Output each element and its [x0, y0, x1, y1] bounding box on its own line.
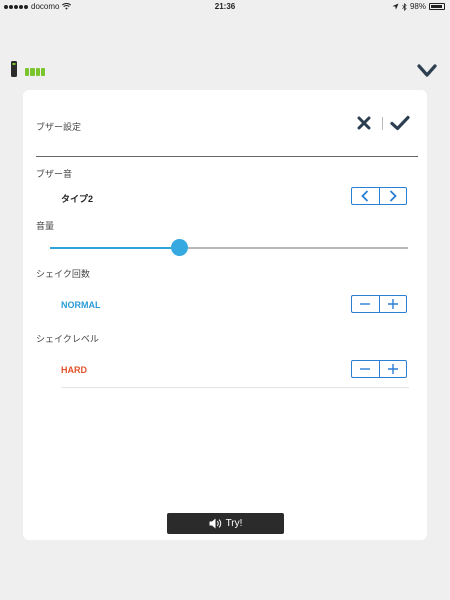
- shake-level-plus-button[interactable]: [380, 361, 407, 377]
- header-divider: [36, 156, 418, 157]
- chevron-left-icon: [361, 190, 369, 202]
- buzzer-sound-label: ブザー音: [36, 169, 73, 179]
- chevron-right-icon: [389, 190, 397, 202]
- try-button[interactable]: Try!: [167, 513, 284, 534]
- volume-slider-thumb[interactable]: [170, 239, 188, 256]
- shake-level-minus-button[interactable]: [352, 361, 380, 377]
- buzzer-type-stepper: [351, 187, 407, 205]
- shake-level-stepper: [351, 360, 407, 378]
- prev-type-button[interactable]: [352, 188, 380, 204]
- speaker-icon: [209, 518, 221, 529]
- bluetooth-icon: [402, 2, 407, 11]
- battery-icon: [429, 3, 445, 10]
- volume-label: 音量: [36, 221, 55, 231]
- plus-icon: [387, 364, 398, 374]
- section-divider: [61, 387, 409, 388]
- shake-level-label: シェイクレベル: [36, 334, 99, 344]
- checkmark-icon[interactable]: [390, 115, 410, 131]
- volume-slider[interactable]: [50, 239, 408, 256]
- try-button-label: Try!: [225, 518, 243, 529]
- status-bar: docomo 21:36 98%: [0, 0, 450, 14]
- shake-level-value: HARD: [61, 365, 87, 375]
- status-right: 98%: [392, 2, 445, 11]
- minus-icon: [360, 303, 371, 305]
- panel-title: ブザー設定: [36, 122, 82, 132]
- minus-icon: [360, 368, 371, 370]
- shake-count-label: シェイク回数: [36, 269, 90, 279]
- volume-slider-fill: [50, 247, 179, 249]
- location-icon: [392, 3, 399, 10]
- shake-count-stepper: [351, 295, 407, 313]
- buzzer-settings-card: ブザー設定 ブザー音 タイプ2 音量 シェイク回数 NORMAL シェイクレベル…: [23, 90, 427, 540]
- buzzer-sound-value: タイプ2: [61, 194, 94, 204]
- status-time: 21:36: [214, 2, 236, 11]
- chevron-down-icon[interactable]: [417, 64, 437, 78]
- close-icon[interactable]: [357, 116, 371, 130]
- battery-level-icon: [25, 68, 45, 76]
- header-separator: [382, 117, 383, 130]
- shake-count-value: NORMAL: [61, 300, 101, 310]
- plus-icon: [387, 299, 398, 309]
- shake-count-minus-button[interactable]: [352, 296, 380, 312]
- shake-count-plus-button[interactable]: [380, 296, 407, 312]
- battery-percent: 98%: [409, 2, 426, 11]
- remote-device-icon: [11, 61, 17, 77]
- next-type-button[interactable]: [380, 188, 407, 204]
